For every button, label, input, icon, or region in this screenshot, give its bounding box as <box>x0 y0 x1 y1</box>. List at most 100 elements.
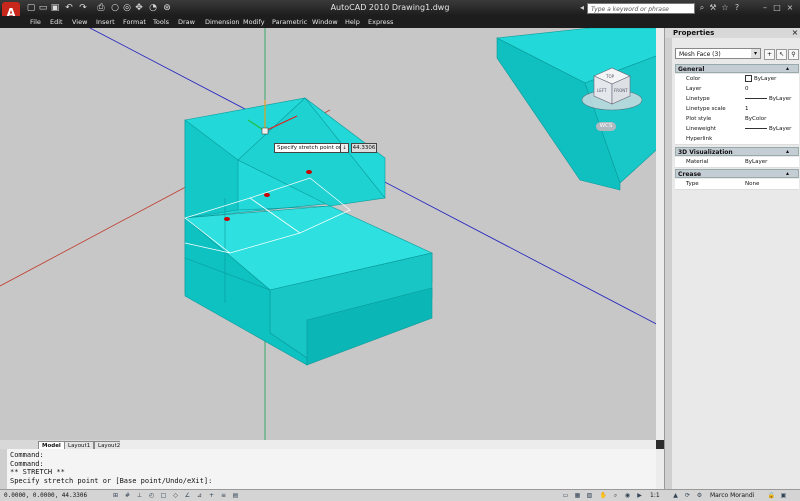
collapse-icon[interactable]: ▴ <box>783 169 792 178</box>
ucs-menu-button[interactable]: WCS <box>596 122 616 131</box>
steering-wheel-icon[interactable]: ◉ <box>622 491 633 500</box>
pan-icon[interactable]: ✥ <box>134 3 144 13</box>
collapse-icon[interactable]: ▴ <box>783 147 792 156</box>
tools-icon[interactable]: ⚒ <box>708 3 718 13</box>
menu-view[interactable]: View <box>72 16 87 28</box>
redo-icon[interactable]: ↷ <box>78 3 88 13</box>
drawing-viewport[interactable]: TOP LEFT FRONT WCS Specify stretch point… <box>0 28 664 440</box>
3dosnap-icon[interactable]: ◇ <box>170 491 181 500</box>
minimize-icon[interactable]: – <box>760 3 770 13</box>
model-space-drawing[interactable] <box>0 28 664 440</box>
new-icon[interactable]: ▢ <box>26 3 36 13</box>
section-3d-visualization[interactable]: 3D Visualization <box>675 147 799 156</box>
command-prompt[interactable]: Specify stretch point or [Base point/Und… <box>10 477 664 486</box>
property-row-crease-type[interactable]: Type None <box>675 179 799 190</box>
quick-properties-icon[interactable]: ▤ <box>230 491 241 500</box>
menu-express[interactable]: Express <box>368 16 393 28</box>
viewcube-front-label[interactable]: FRONT <box>614 88 628 93</box>
menu-edit[interactable]: Edit <box>50 16 63 28</box>
command-history-line: Command: <box>10 459 44 468</box>
snap-icon[interactable]: ⊞ <box>110 491 121 500</box>
selection-dropdown[interactable]: Mesh Face (3) <box>675 48 761 59</box>
grip-point <box>306 170 312 174</box>
quick-select-icon[interactable]: ⚲ <box>788 49 799 60</box>
chevron-down-icon[interactable]: ▾ <box>751 49 760 58</box>
menu-bar: File Edit View Insert Format Tools Draw … <box>0 16 800 28</box>
dynamic-input-value[interactable]: 44.3306 <box>351 143 377 153</box>
section-general[interactable]: General <box>675 64 799 73</box>
ducs-icon[interactable]: ⊿ <box>194 491 205 500</box>
menu-insert[interactable]: Insert <box>96 16 115 28</box>
menu-file[interactable]: File <box>30 16 41 28</box>
lineweight-icon[interactable]: ≡ <box>218 491 229 500</box>
palette-title-strip[interactable] <box>665 38 672 500</box>
help-icon[interactable]: ? <box>732 3 742 13</box>
close-icon[interactable]: × <box>790 28 800 38</box>
quick-view-layouts-icon[interactable]: ▦ <box>572 491 583 500</box>
grip-point <box>264 193 270 197</box>
annotation-visibility-icon[interactable]: ▲ <box>670 491 681 500</box>
dyn-icon[interactable]: + <box>206 491 217 500</box>
auto-scale-icon[interactable]: ⟳ <box>682 491 693 500</box>
close-icon[interactable]: × <box>785 3 795 13</box>
zoom-icon[interactable]: ○ <box>110 3 120 13</box>
grid-icon[interactable]: # <box>122 491 133 500</box>
menu-modify[interactable]: Modify <box>243 16 265 28</box>
model-icon[interactable]: ▭ <box>560 491 571 500</box>
quick-view-drawings-icon[interactable]: ▧ <box>584 491 595 500</box>
clean-screen-icon[interactable]: ▣ <box>778 491 789 500</box>
undo-icon[interactable]: ↶ <box>64 3 74 13</box>
coordinates-display[interactable]: 0.0000, 0.0000, 44.3306 <box>4 491 87 500</box>
mesh-solid <box>184 97 433 366</box>
viewcube-left-label[interactable]: LEFT <box>597 88 606 93</box>
command-line-strip[interactable] <box>0 449 7 489</box>
polar-icon[interactable]: ◴ <box>146 491 157 500</box>
menu-dimension[interactable]: Dimension <box>205 16 240 28</box>
viewcube-top-label[interactable]: TOP <box>606 74 614 79</box>
menu-parametric[interactable]: Parametric <box>272 16 307 28</box>
menu-help[interactable]: Help <box>345 16 360 28</box>
grip-point <box>224 217 230 221</box>
window-title: AutoCAD 2010 Drawing1.dwg <box>330 3 450 12</box>
zoom-icon[interactable]: ⌕ <box>610 491 621 500</box>
menu-format[interactable]: Format <box>123 16 146 28</box>
orbit-icon[interactable]: ◔ <box>148 3 158 13</box>
collapse-icon[interactable]: ▴ <box>783 64 792 73</box>
linetype-sample-icon <box>745 98 767 99</box>
section-crease[interactable]: Crease <box>675 169 799 178</box>
command-line[interactable]: Command: Command: ** STRETCH ** Specify … <box>0 449 664 489</box>
menu-draw[interactable]: Draw <box>178 16 195 28</box>
showmotion-icon[interactable]: ▶ <box>634 491 645 500</box>
user-menu[interactable]: Marco Morandi <box>707 491 770 500</box>
toggle-pickadd-icon[interactable]: + <box>764 49 775 60</box>
maximize-icon[interactable]: □ <box>772 3 782 13</box>
lock-icon[interactable]: 🔒 <box>766 491 777 500</box>
pan-icon[interactable]: ✋ <box>598 491 609 500</box>
viewport-horizontal-scrollbar[interactable] <box>120 440 656 449</box>
property-row-material[interactable]: Material ByLayer <box>675 157 799 168</box>
osnap-icon[interactable]: □ <box>158 491 169 500</box>
open-icon[interactable]: ▭ <box>38 3 48 13</box>
save-icon[interactable]: ▣ <box>50 3 60 13</box>
workspace-icon[interactable]: ⚙ <box>694 491 705 500</box>
annotation-scale[interactable]: 1:1 <box>650 491 660 500</box>
otrack-icon[interactable]: ∠ <box>182 491 193 500</box>
select-objects-icon[interactable]: ↖ <box>776 49 787 60</box>
zoom-extents-icon[interactable]: ◎ <box>122 3 132 13</box>
viewport-vertical-scrollbar[interactable] <box>656 28 664 440</box>
plot-icon[interactable]: ⎙ <box>96 3 106 13</box>
dynamic-input-options-icon[interactable]: ↓ <box>340 143 349 153</box>
menu-tools[interactable]: Tools <box>153 16 169 28</box>
command-line-scrollbar[interactable] <box>656 449 664 489</box>
steering-wheel-icon[interactable]: ⊛ <box>162 3 172 13</box>
menu-window[interactable]: Window <box>312 16 338 28</box>
search-input[interactable]: Type a keyword or phrase <box>587 3 695 14</box>
star-icon[interactable]: ☆ <box>720 3 730 13</box>
property-row-hyperlink[interactable]: Hyperlink <box>675 134 799 145</box>
color-swatch-icon <box>745 75 752 82</box>
ortho-icon[interactable]: ⊥ <box>134 491 145 500</box>
command-history-line: Command: <box>10 451 44 459</box>
search-icon[interactable]: ⌕ <box>697 3 707 13</box>
search-dropdown-icon[interactable]: ◂ <box>577 3 587 13</box>
mesh-solid-secondary <box>495 28 664 191</box>
